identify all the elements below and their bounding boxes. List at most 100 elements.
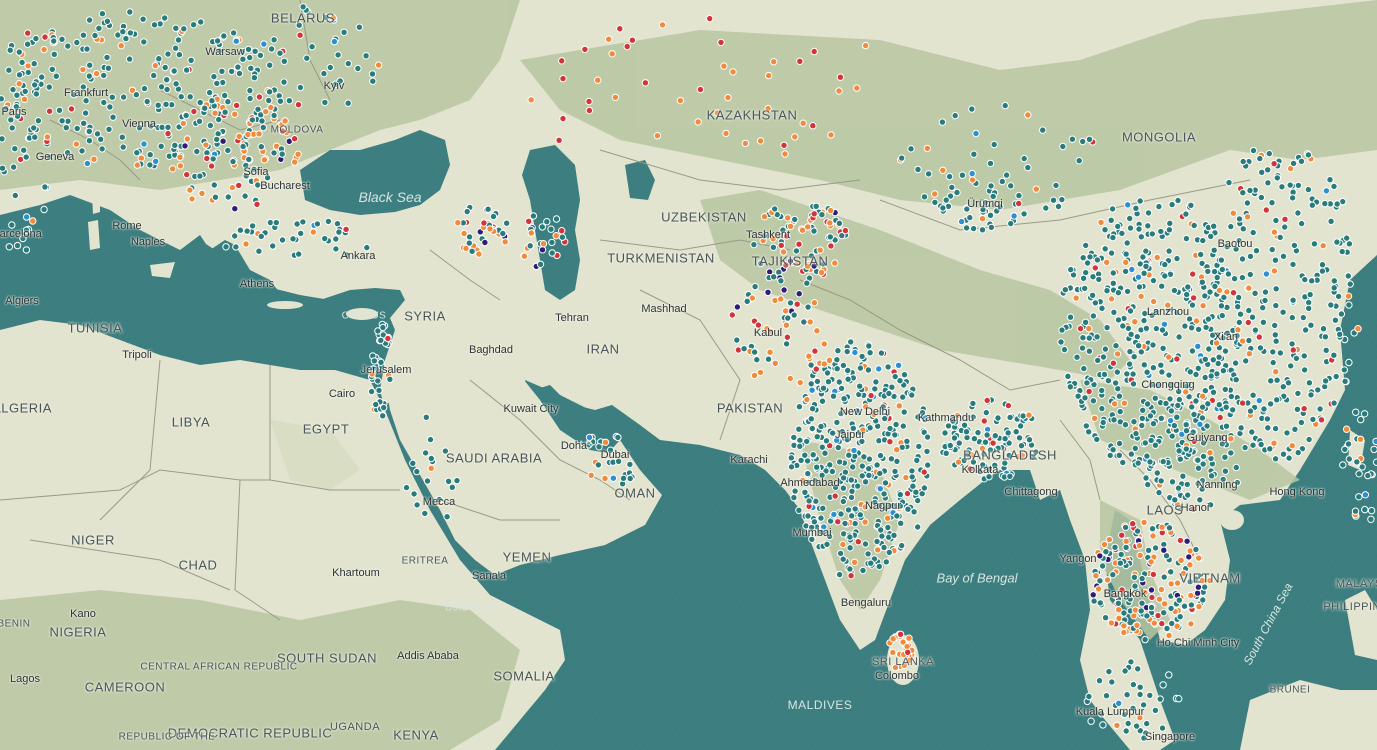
- event-marker[interactable]: [367, 387, 376, 396]
- event-marker[interactable]: [766, 348, 774, 356]
- event-marker[interactable]: [1121, 267, 1130, 276]
- event-marker[interactable]: [1066, 383, 1075, 391]
- event-marker[interactable]: [1073, 353, 1081, 361]
- event-marker[interactable]: [836, 73, 845, 81]
- event-marker[interactable]: [1079, 274, 1088, 282]
- event-marker[interactable]: [103, 53, 111, 62]
- event-marker[interactable]: [1231, 359, 1240, 367]
- event-marker[interactable]: [1155, 488, 1163, 497]
- event-marker[interactable]: [269, 242, 277, 250]
- event-marker[interactable]: [1345, 301, 1353, 309]
- event-marker[interactable]: [1135, 225, 1143, 233]
- event-marker[interactable]: [536, 260, 545, 268]
- event-marker[interactable]: [1101, 226, 1109, 234]
- event-marker[interactable]: [242, 240, 250, 248]
- event-marker[interactable]: [1360, 410, 1369, 418]
- event-marker[interactable]: [224, 146, 232, 155]
- event-marker[interactable]: [873, 461, 881, 469]
- event-marker[interactable]: [1291, 425, 1299, 433]
- event-marker[interactable]: [527, 96, 535, 104]
- event-marker[interactable]: [67, 105, 76, 113]
- event-marker[interactable]: [368, 70, 377, 78]
- event-marker[interactable]: [538, 246, 547, 254]
- event-marker[interactable]: [15, 48, 23, 56]
- event-marker[interactable]: [1133, 527, 1142, 535]
- event-marker[interactable]: [818, 397, 827, 405]
- event-marker[interactable]: [923, 447, 931, 456]
- event-marker[interactable]: [1353, 458, 1361, 466]
- event-marker[interactable]: [848, 512, 856, 520]
- event-marker[interactable]: [1157, 585, 1166, 594]
- event-marker[interactable]: [259, 123, 267, 132]
- event-marker[interactable]: [939, 166, 947, 175]
- event-marker[interactable]: [29, 217, 37, 225]
- event-marker[interactable]: [255, 93, 264, 101]
- event-marker[interactable]: [980, 450, 988, 458]
- event-marker[interactable]: [140, 84, 149, 93]
- event-marker[interactable]: [970, 150, 978, 158]
- event-marker[interactable]: [862, 403, 870, 411]
- event-marker[interactable]: [1123, 370, 1131, 378]
- event-marker[interactable]: [0, 95, 5, 103]
- event-marker[interactable]: [1141, 635, 1149, 644]
- event-marker[interactable]: [321, 234, 329, 243]
- event-marker[interactable]: [172, 24, 180, 32]
- event-marker[interactable]: [733, 303, 742, 311]
- event-marker[interactable]: [1147, 603, 1156, 612]
- event-marker[interactable]: [1166, 219, 1174, 228]
- event-marker[interactable]: [1367, 506, 1376, 515]
- event-marker[interactable]: [1126, 590, 1134, 598]
- event-marker[interactable]: [884, 363, 892, 371]
- event-marker[interactable]: [1322, 187, 1331, 195]
- event-marker[interactable]: [979, 461, 987, 469]
- event-marker[interactable]: [587, 471, 595, 479]
- event-marker[interactable]: [764, 355, 773, 363]
- event-marker[interactable]: [1132, 204, 1140, 213]
- event-marker[interactable]: [119, 143, 127, 151]
- event-marker[interactable]: [79, 83, 88, 91]
- event-marker[interactable]: [1140, 734, 1148, 742]
- event-marker[interactable]: [1090, 414, 1099, 422]
- event-marker[interactable]: [135, 124, 144, 132]
- event-marker[interactable]: [991, 461, 999, 469]
- event-marker[interactable]: [1122, 727, 1130, 735]
- event-marker[interactable]: [1110, 308, 1118, 316]
- event-marker[interactable]: [499, 229, 507, 238]
- event-marker[interactable]: [1227, 435, 1235, 443]
- event-marker[interactable]: [133, 149, 141, 157]
- event-marker[interactable]: [1352, 408, 1360, 416]
- event-marker[interactable]: [1152, 324, 1161, 333]
- event-marker[interactable]: [1149, 297, 1158, 306]
- event-marker[interactable]: [380, 403, 388, 412]
- event-marker[interactable]: [1248, 428, 1256, 436]
- event-marker[interactable]: [186, 186, 194, 194]
- event-marker[interactable]: [234, 63, 242, 71]
- event-marker[interactable]: [605, 35, 613, 43]
- event-marker[interactable]: [34, 117, 43, 125]
- event-marker[interactable]: [585, 433, 594, 442]
- event-marker[interactable]: [1144, 546, 1153, 554]
- event-marker[interactable]: [1124, 719, 1132, 728]
- event-marker[interactable]: [1173, 355, 1181, 363]
- event-marker[interactable]: [1165, 631, 1173, 640]
- event-marker[interactable]: [1114, 599, 1123, 607]
- event-marker[interactable]: [0, 135, 6, 143]
- event-marker[interactable]: [1143, 612, 1151, 620]
- event-marker[interactable]: [86, 61, 94, 69]
- event-marker[interactable]: [1173, 413, 1181, 421]
- event-marker[interactable]: [334, 51, 342, 59]
- event-marker[interactable]: [210, 181, 219, 189]
- event-marker[interactable]: [1109, 279, 1118, 287]
- event-marker[interactable]: [109, 113, 117, 121]
- event-marker[interactable]: [892, 420, 900, 429]
- event-marker[interactable]: [1094, 356, 1102, 365]
- event-marker[interactable]: [1319, 242, 1327, 250]
- event-marker[interactable]: [1083, 379, 1091, 387]
- event-marker[interactable]: [1081, 318, 1090, 326]
- event-marker[interactable]: [1290, 241, 1299, 250]
- event-marker[interactable]: [1316, 405, 1324, 413]
- event-marker[interactable]: [1149, 532, 1157, 540]
- event-marker[interactable]: [1229, 289, 1238, 297]
- event-marker[interactable]: [266, 61, 274, 69]
- event-marker[interactable]: [1372, 458, 1377, 466]
